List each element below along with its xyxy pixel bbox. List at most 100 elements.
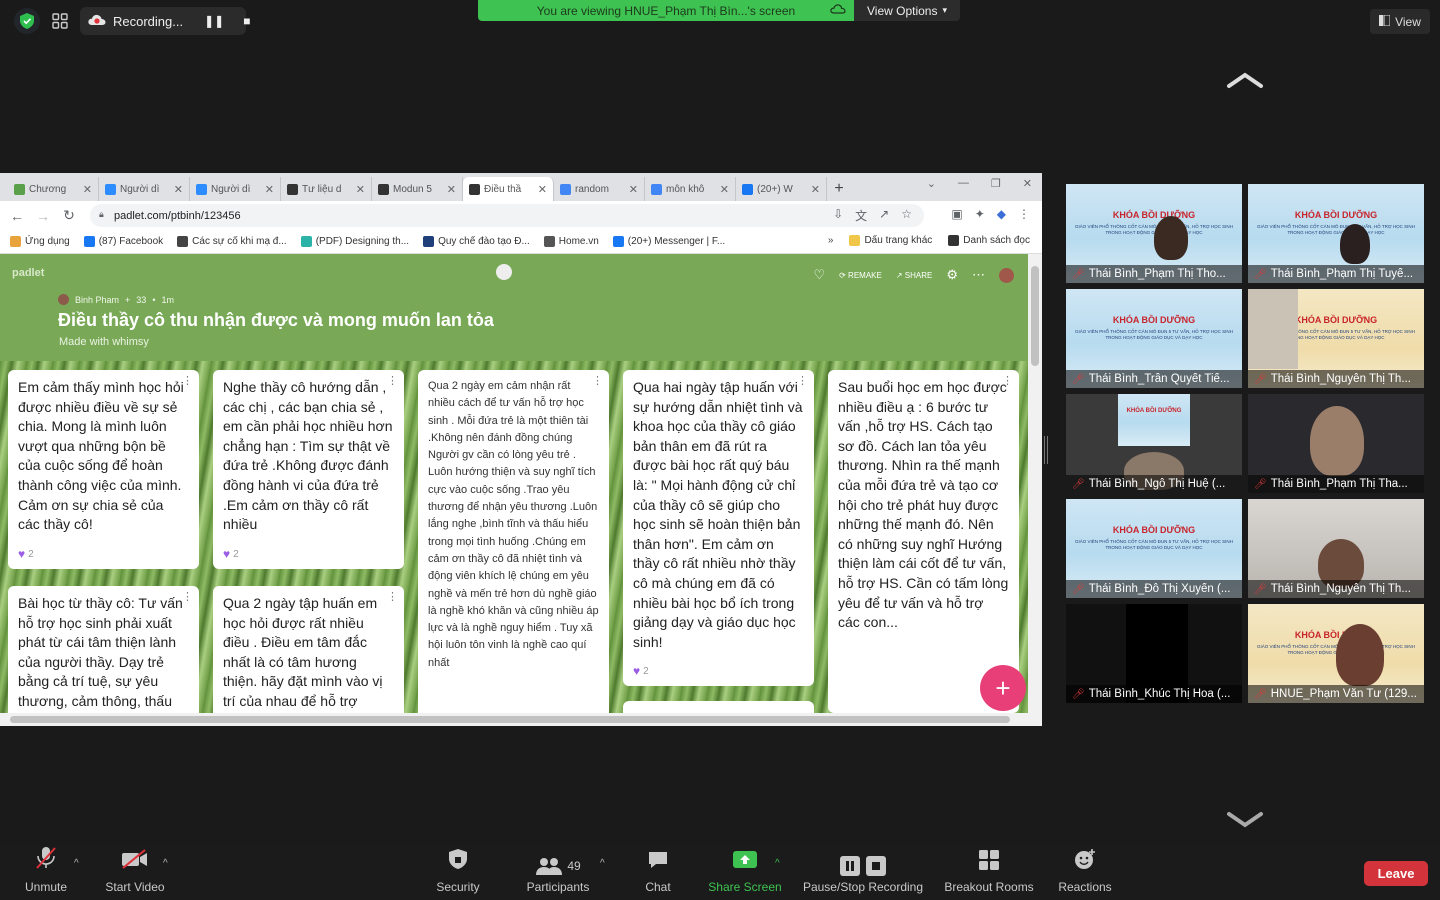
view-options-button[interactable]: View Options ▾ xyxy=(854,0,960,21)
vertical-scrollbar[interactable] xyxy=(1028,254,1042,726)
bookmark-star-icon[interactable]: ☆ xyxy=(901,207,912,224)
participants-button[interactable]: 49 Participants xyxy=(520,846,596,900)
participant-video-tile[interactable]: KHÓA BỒI DƯỠNG GIÁO VIÊN PHỔ THÔNG CỐT CÁ… xyxy=(1248,289,1424,388)
pause-recording-icon[interactable]: ❚❚ xyxy=(204,14,224,28)
audio-options-caret-icon[interactable]: ^ xyxy=(74,858,79,869)
participant-video-tile[interactable]: KHÓA BỒI DƯỠNG GIÁO VIÊN PHỔ THÔNG CỐT CÁ… xyxy=(1066,499,1242,598)
security-button[interactable]: Security xyxy=(430,846,486,900)
participant-video-tile[interactable]: KHÓA BỒI DƯỠNG GIÁO VIÊN PHỔ THÔNG CỐT CÁ… xyxy=(1248,184,1424,283)
close-tab-icon[interactable]: ✕ xyxy=(629,183,638,196)
new-tab-icon[interactable]: + xyxy=(827,177,851,201)
share-page-icon[interactable]: ↗ xyxy=(879,207,889,224)
profile-icon[interactable]: ◆ xyxy=(997,207,1006,221)
close-tab-icon[interactable]: ✕ xyxy=(538,183,547,196)
participants-caret-icon[interactable]: ^ xyxy=(600,858,605,869)
split-divider-handle[interactable] xyxy=(1044,436,1048,464)
post-menu-icon[interactable]: ⋮ xyxy=(1002,374,1013,387)
start-video-button[interactable]: Start Video xyxy=(100,846,170,900)
participant-video-tile[interactable]: 🎤︎ Thái Bình_Khúc Thị Hoa (... xyxy=(1066,604,1242,703)
browser-tab[interactable]: Chương ✕ xyxy=(8,177,99,201)
horizontal-scrollbar[interactable] xyxy=(0,713,1028,726)
browser-tab[interactable]: Modun 5 ✕ xyxy=(372,177,463,201)
share-screen-button[interactable]: Share Screen xyxy=(704,846,786,900)
collaborator-icon[interactable] xyxy=(496,264,512,280)
restore-icon[interactable]: ❐ xyxy=(991,177,1001,190)
browser-tab[interactable]: (20+) W ✕ xyxy=(736,177,827,201)
close-tab-icon[interactable]: ✕ xyxy=(720,183,729,196)
post-menu-icon[interactable]: ⋮ xyxy=(592,374,603,387)
puzzle-icon[interactable]: ✦ xyxy=(975,207,985,221)
heart-outline-icon[interactable]: ♡ xyxy=(813,267,825,283)
post-likes[interactable]: ♥2 xyxy=(223,547,239,561)
post-menu-icon[interactable]: ⋮ xyxy=(182,590,193,603)
pause-stop-recording-button[interactable]: Pause/Stop Recording xyxy=(798,846,928,900)
browser-tab[interactable]: Tư liệu d ✕ xyxy=(281,177,372,201)
chat-button[interactable]: Chat xyxy=(636,846,680,900)
tab-search-icon[interactable]: ⌄ xyxy=(927,177,936,190)
url-field[interactable]: 🔒︎ padlet.com/ptbinh/123456 xyxy=(90,204,924,227)
security-shield-icon[interactable] xyxy=(14,8,40,34)
close-window-icon[interactable]: ✕ xyxy=(1023,177,1032,190)
browser-tab[interactable]: môn khô ✕ xyxy=(645,177,736,201)
post-card[interactable]: ⋮ Qua 2 ngày tập huấn em học hỏi được rấ… xyxy=(213,586,404,713)
forward-icon[interactable]: → xyxy=(30,208,56,224)
more-icon[interactable]: ⋯ xyxy=(972,267,985,283)
minimize-icon[interactable]: — xyxy=(958,177,969,190)
bookmark-item[interactable]: (PDF) Designing th... xyxy=(300,236,409,247)
browser-tab[interactable]: random ✕ xyxy=(554,177,645,201)
other-bookmarks[interactable]: Dấu trang khác xyxy=(849,235,932,246)
padlet-logo[interactable]: padlet xyxy=(12,267,44,279)
reactions-button[interactable]: Reactions xyxy=(1054,846,1116,900)
share-button[interactable]: ↗ SHARE xyxy=(896,271,933,280)
close-tab-icon[interactable]: ✕ xyxy=(356,183,365,196)
participant-video-tile[interactable]: KHÓA BỒI DƯỠNG GIÁO VIÊN PHỔ THÔNG CỐT CÁ… xyxy=(1066,289,1242,388)
participant-video-tile[interactable]: 🎤︎ Thái Bình_Nguyễn Thị Th... xyxy=(1248,499,1424,598)
breakout-rooms-button[interactable]: Breakout Rooms xyxy=(940,846,1038,900)
post-card[interactable] xyxy=(623,701,814,713)
bookmark-item[interactable]: Quy chế đào tạo Đ... xyxy=(423,236,530,247)
post-card[interactable]: ⋮ Qua 2 ngày em cảm nhận rất nhiều cách … xyxy=(418,370,609,713)
bookmark-item[interactable]: Các sự cố khi mạ đ... xyxy=(177,236,287,247)
bookmark-item[interactable]: (87) Facebook xyxy=(83,236,163,247)
browser-menu-icon[interactable]: ⋮ xyxy=(1018,207,1030,221)
bookmark-item[interactable]: (20+) Messenger | F... xyxy=(612,236,725,247)
user-avatar[interactable] xyxy=(999,267,1014,283)
participant-video-tile[interactable]: KHÓA BỒI DƯỠNG GIÁO VIÊN PHỔ THÔNG CỐT CÁ… xyxy=(1248,604,1424,703)
video-options-caret-icon[interactable]: ^ xyxy=(163,858,168,869)
participant-video-tile[interactable]: KHÓA BỒI DƯỠNG GIÁO VIÊN PHỔ THÔNG CỐT CÁ… xyxy=(1066,184,1242,283)
bookmark-item[interactable]: Home.vn xyxy=(543,236,599,247)
post-menu-icon[interactable]: ⋮ xyxy=(797,374,808,387)
post-card[interactable]: ⋮ Sau buổi học em học được nhiều điều ạ … xyxy=(828,370,1019,713)
settings-gear-icon[interactable]: ⚙ xyxy=(946,267,958,283)
translate-icon[interactable]: 文 xyxy=(855,207,867,224)
close-tab-icon[interactable]: ✕ xyxy=(811,183,820,196)
post-menu-icon[interactable]: ⋮ xyxy=(387,374,398,387)
grid-view-icon[interactable] xyxy=(46,8,74,34)
leave-button[interactable]: Leave xyxy=(1364,861,1428,886)
view-button[interactable]: View xyxy=(1370,9,1430,34)
browser-tab[interactable]: Người dì ✕ xyxy=(190,177,281,201)
post-card[interactable]: ⋮ Em cảm thấy mình học hỏi được nhiều đi… xyxy=(8,370,199,569)
close-tab-icon[interactable]: ✕ xyxy=(83,183,92,196)
post-likes[interactable]: ♥2 xyxy=(633,664,649,678)
close-tab-icon[interactable]: ✕ xyxy=(265,183,274,196)
bookmarks-more-icon[interactable]: » xyxy=(828,235,834,246)
participant-video-tile[interactable]: KHÓA BỒI DƯỠNG 🎤︎ Thái Bình_Ngô Thị Huệ (.… xyxy=(1066,394,1242,493)
post-card[interactable]: ⋮ Qua hai ngày tập huấn với sự hướng dẫn… xyxy=(623,370,814,686)
browser-tab[interactable]: Người dì ✕ xyxy=(99,177,190,201)
browser-tab[interactable]: Điều thầ ✕ xyxy=(463,177,554,201)
post-card[interactable]: ⋮ Nghe thầy cô hướng dẫn , các chị , các… xyxy=(213,370,404,569)
post-menu-icon[interactable]: ⋮ xyxy=(182,374,193,387)
install-icon[interactable]: ⇩ xyxy=(833,207,843,224)
gallery-down-chevron-icon[interactable] xyxy=(1226,810,1264,830)
stop-recording-icon[interactable]: ■ xyxy=(243,14,250,28)
remake-button[interactable]: ⟳ REMAKE xyxy=(839,271,882,280)
unmute-button[interactable]: Unmute xyxy=(18,846,74,900)
gallery-up-chevron-icon[interactable] xyxy=(1226,70,1264,90)
close-tab-icon[interactable]: ✕ xyxy=(174,183,183,196)
participant-video-tile[interactable]: 🎤︎ Thái Bình_Phạm Thị Tha... xyxy=(1248,394,1424,493)
share-options-caret-icon[interactable]: ^ xyxy=(775,858,780,869)
post-menu-icon[interactable]: ⋮ xyxy=(387,590,398,603)
close-tab-icon[interactable]: ✕ xyxy=(447,183,456,196)
reload-icon[interactable]: ↻ xyxy=(56,207,82,224)
